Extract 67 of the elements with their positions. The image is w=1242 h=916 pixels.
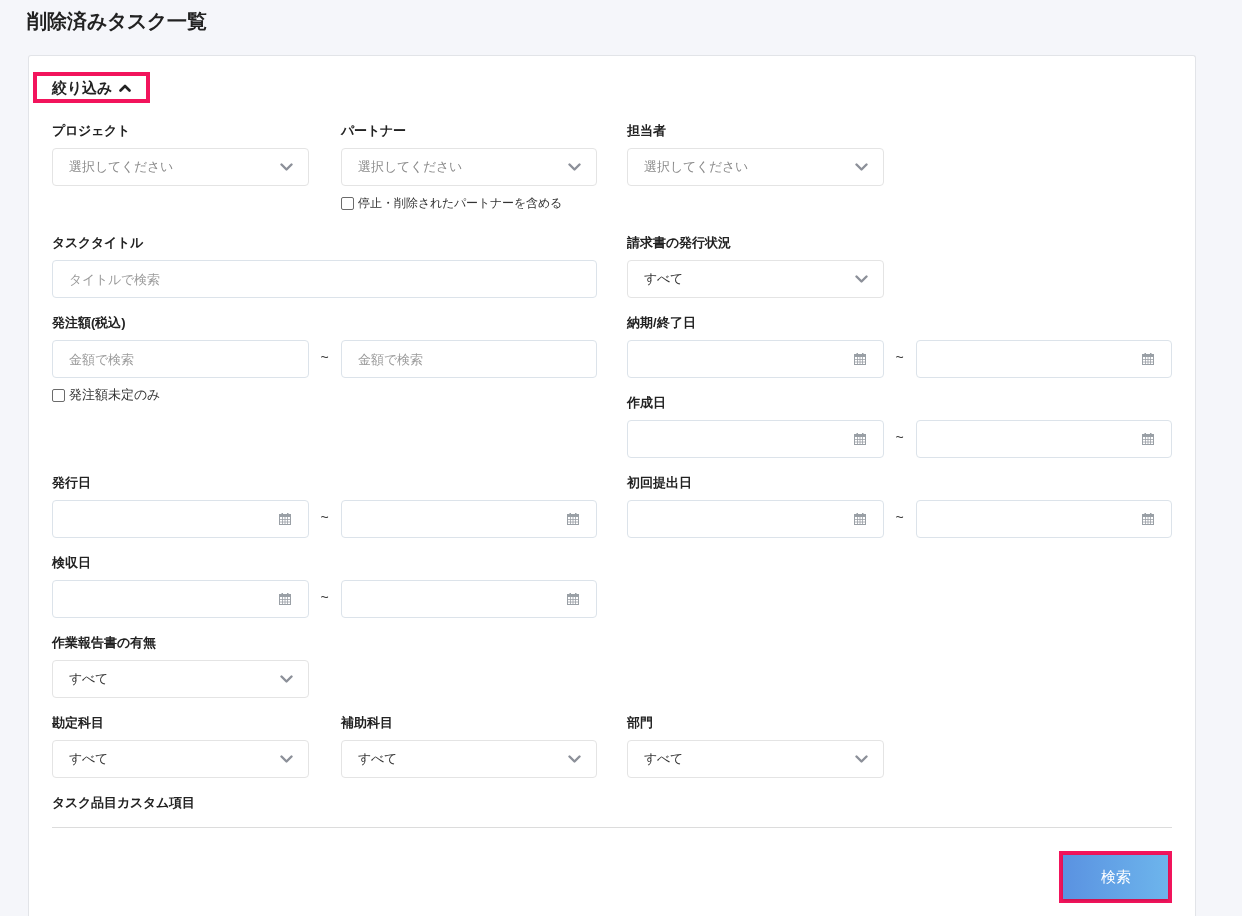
chevron-down-icon [854,275,868,283]
calendar-icon [853,513,866,525]
calendar-icon [1142,433,1154,445]
select-field[interactable]: 選択してください [52,148,309,186]
calendar-icon [1142,513,1154,525]
field-label: 勘定科目 [52,714,104,732]
select-field[interactable]: すべて [627,260,884,298]
text-field[interactable]: タイトルで検索 [52,260,597,298]
select-field[interactable]: すべて [52,660,309,698]
date-field[interactable] [627,500,884,538]
select-field[interactable]: すべて [52,740,309,778]
date-field[interactable] [52,500,309,538]
chevron-down-icon [279,675,293,683]
calendar-icon [853,433,866,445]
field-label: 検収日 [52,554,91,572]
field-label: 納期/終了日 [627,314,696,332]
field-label: プロジェクト [52,122,130,140]
range-separator: ~ [319,589,330,605]
section-heading: タスク品目カスタム項目 [52,794,195,812]
text-field[interactable]: 金額で検索 [52,340,309,378]
range-separator: ~ [894,429,905,445]
field-label: 作成日 [627,394,666,412]
checkbox[interactable] [52,388,65,402]
date-field[interactable] [915,500,1172,538]
date-field[interactable] [627,420,884,458]
calendar-icon [567,593,579,605]
field-label: 補助科目 [340,714,393,732]
text-field[interactable]: 金額で検索 [340,340,597,378]
calendar-icon [278,513,291,525]
checkbox[interactable] [340,196,354,210]
date-field[interactable] [52,580,309,618]
chevron-down-icon [854,163,868,171]
field-label: 請求書の発行状況 [627,234,731,252]
calendar-icon [853,353,866,365]
chevron-down-icon [568,163,581,171]
chevron-down-icon [854,755,868,763]
field-label: 発注額(税込) [52,314,126,332]
field-label: 発行日 [52,474,91,492]
date-field[interactable] [340,500,597,538]
calendar-icon [567,513,579,525]
select-field[interactable]: 選択してください [627,148,884,186]
date-field[interactable] [915,340,1172,378]
range-separator: ~ [894,349,905,365]
field-label: タスクタイトル [52,234,143,252]
chevron-down-icon [279,163,293,171]
chevron-down-icon [568,755,581,763]
field-label: 担当者 [627,122,666,140]
chevron-down-icon [279,755,293,763]
filter-toggle[interactable]: 絞り込み [52,76,131,99]
field-label: 部門 [627,714,653,732]
checkbox-label: 停止・削除されたパートナーを含める [357,194,562,212]
range-separator: ~ [319,349,330,365]
date-field[interactable] [915,420,1172,458]
date-field[interactable] [627,340,884,378]
select-field[interactable]: すべて [627,740,884,778]
select-field[interactable]: すべて [340,740,597,778]
calendar-icon [278,593,291,605]
date-field[interactable] [340,580,597,618]
field-label: 初回提出日 [627,474,692,492]
field-label: パートナー [340,122,406,140]
range-separator: ~ [319,509,330,525]
select-field[interactable]: 選択してください [340,148,597,186]
page-title: 削除済みタスク一覧 [27,9,207,34]
field-label: 作業報告書の有無 [52,634,156,652]
checkbox-label: 発注額未定のみ [69,386,160,404]
calendar-icon [1142,353,1154,365]
range-separator: ~ [894,509,905,525]
